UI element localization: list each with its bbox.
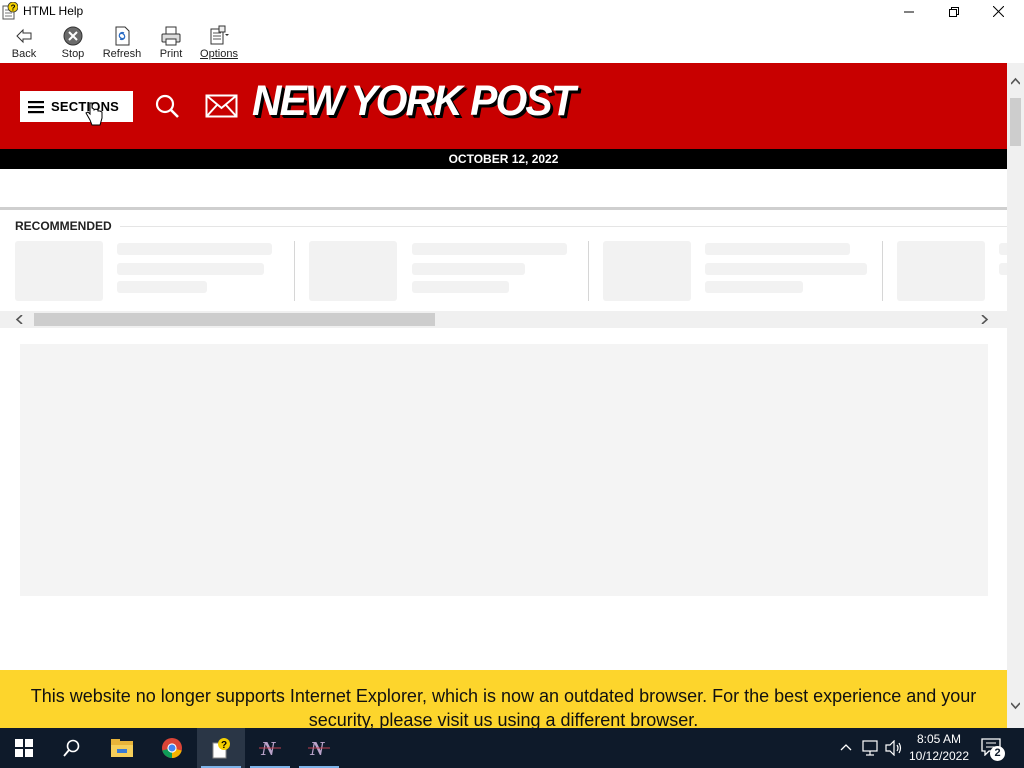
close-button[interactable] <box>976 0 1021 23</box>
text-placeholder <box>117 263 264 275</box>
text-placeholder <box>705 243 850 255</box>
html-help-taskbar-button[interactable]: ? <box>197 728 245 768</box>
sections-menu-button[interactable]: SECTIONS <box>20 91 133 122</box>
window-title: HTML Help <box>23 4 84 18</box>
chrome-icon <box>162 738 182 758</box>
windows-logo-icon <box>15 739 33 757</box>
recommended-item[interactable] <box>309 241 574 303</box>
print-button[interactable]: Print <box>156 25 186 63</box>
clock-date: 10/12/2022 <box>908 749 970 763</box>
options-icon <box>210 25 229 45</box>
hamburger-menu-icon <box>28 100 44 113</box>
recommended-item[interactable] <box>897 241 1007 303</box>
item-divider <box>882 241 883 301</box>
back-label: Back <box>11 48 37 60</box>
scroll-left-icon[interactable] <box>15 315 24 324</box>
refresh-button[interactable]: Refresh <box>102 25 142 63</box>
recommended-item[interactable] <box>15 241 280 303</box>
app-n-icon: N <box>308 738 330 758</box>
refresh-icon <box>115 26 130 46</box>
unsupported-browser-banner: This website no longer supports Internet… <box>0 670 1007 728</box>
thumbnail-placeholder <box>897 241 985 301</box>
restore-icon <box>948 6 959 17</box>
stop-label: Stop <box>61 48 85 60</box>
text-placeholder <box>117 281 207 293</box>
scroll-right-icon[interactable] <box>980 315 989 324</box>
text-placeholder <box>999 243 1007 255</box>
options-button[interactable]: Options <box>198 25 240 63</box>
close-icon <box>993 6 1004 17</box>
minimize-button[interactable] <box>886 0 931 23</box>
app-n-taskbar-button[interactable]: N <box>246 728 294 768</box>
search-icon <box>63 739 80 757</box>
notification-center-button[interactable]: 2 <box>981 738 1007 761</box>
vertical-scroll-thumb[interactable] <box>1010 98 1021 146</box>
mail-icon[interactable] <box>205 94 238 118</box>
windows-taskbar: ? N N 8:05 AM 10/12/2022 2 <box>0 728 1024 768</box>
html-help-icon: ? <box>212 738 230 759</box>
search-icon[interactable] <box>155 94 180 119</box>
item-divider <box>294 241 295 301</box>
chevron-up-icon[interactable] <box>840 742 852 752</box>
section-divider <box>0 207 1007 210</box>
item-divider <box>588 241 589 301</box>
scroll-up-icon[interactable] <box>1011 77 1020 86</box>
file-explorer-button[interactable] <box>98 728 146 768</box>
vertical-scrollbar[interactable] <box>1007 63 1024 728</box>
recommended-rule <box>120 226 1007 227</box>
clock-time: 8:05 AM <box>916 732 962 746</box>
recommended-heading: RECOMMENDED <box>15 219 112 233</box>
title-bar: ? HTML Help <box>0 0 1024 23</box>
print-label: Print <box>159 48 183 60</box>
text-placeholder <box>412 263 525 275</box>
chrome-button[interactable] <box>148 728 196 768</box>
text-placeholder <box>705 281 803 293</box>
site-header: SECTIONS NEW YORK POST <box>0 63 1007 149</box>
svg-text:?: ? <box>11 4 16 13</box>
thumbnail-placeholder <box>15 241 103 301</box>
stop-button[interactable]: Stop <box>58 25 88 63</box>
thumbnail-placeholder <box>309 241 397 301</box>
recommended-item[interactable] <box>603 241 868 303</box>
printer-icon <box>161 26 181 46</box>
hand-cursor-icon <box>85 102 103 126</box>
help-toolbar: Back Stop Refresh Print Options <box>0 23 1024 63</box>
options-label: Options <box>200 48 238 60</box>
app-n-icon: N <box>259 738 281 758</box>
system-clock[interactable]: 8:05 AM 10/12/2022 <box>906 731 972 765</box>
text-placeholder <box>999 263 1007 275</box>
horizontal-scroll-thumb[interactable] <box>34 313 435 326</box>
svg-text:?: ? <box>221 740 227 751</box>
app-n-taskbar-button[interactable]: N <box>295 728 343 768</box>
start-button[interactable] <box>0 728 48 768</box>
scroll-down-icon[interactable] <box>1011 701 1020 710</box>
network-icon[interactable] <box>862 740 880 756</box>
text-placeholder <box>412 243 567 255</box>
refresh-label: Refresh <box>102 48 142 60</box>
html-help-app-icon: ? <box>2 2 18 20</box>
thumbnail-placeholder <box>603 241 691 301</box>
notification-badge: 2 <box>990 746 1005 761</box>
horizontal-scrollbar[interactable] <box>0 311 1007 328</box>
ad-placeholder <box>20 344 988 596</box>
taskbar-search-button[interactable] <box>48 728 96 768</box>
text-placeholder <box>412 281 509 293</box>
minimize-icon <box>903 11 914 12</box>
web-content: SECTIONS NEW YORK POST OCTOBER 12, 2022 … <box>0 63 1007 728</box>
file-explorer-icon <box>111 739 133 757</box>
restore-button[interactable] <box>931 0 976 23</box>
volume-icon[interactable] <box>885 740 903 756</box>
stop-icon <box>63 26 83 46</box>
date-bar: OCTOBER 12, 2022 <box>0 149 1007 169</box>
back-button[interactable]: Back <box>8 25 40 63</box>
text-placeholder <box>117 243 272 255</box>
new-york-post-logo[interactable]: NEW YORK POST <box>252 77 576 126</box>
text-placeholder <box>705 263 867 275</box>
back-arrow-icon <box>16 28 32 44</box>
